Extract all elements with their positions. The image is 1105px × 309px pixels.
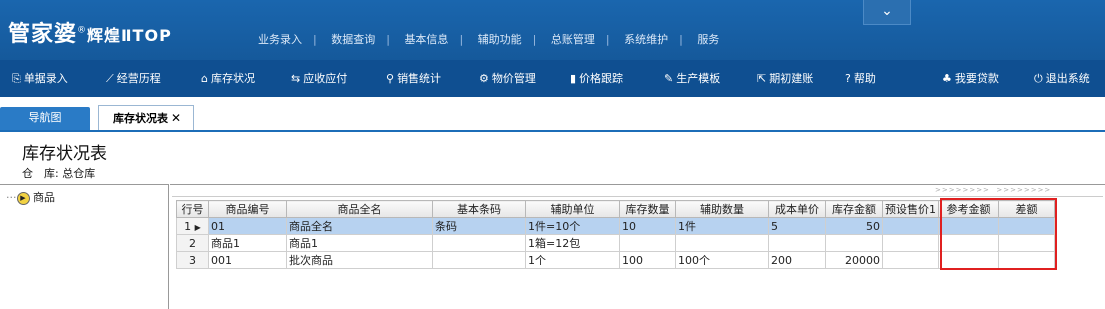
row-pointer-icon: ▶ bbox=[194, 222, 201, 232]
toolbar-loan[interactable]: ♣ 我要贷款 bbox=[942, 70, 999, 86]
col-stock-qty[interactable]: 库存数量 bbox=[619, 200, 676, 218]
col-preset-price[interactable]: 预设售价1 bbox=[882, 200, 939, 218]
toolbar-receivable-payable[interactable]: ⇆ 应收应付 bbox=[291, 70, 347, 86]
tab-label: 库存状况表 bbox=[113, 112, 168, 125]
col-unit-cost[interactable]: 成本单价 bbox=[768, 200, 826, 218]
line-chart-icon: ⟋ bbox=[106, 72, 114, 85]
menu-item-basic-info[interactable]: 基本信息 bbox=[404, 33, 448, 46]
document-icon: ⎘ bbox=[12, 72, 21, 85]
table-row[interactable]: 3 001 批次商品 1个 100 100个 200 20000 bbox=[176, 251, 1055, 269]
toolbar-sales-stats[interactable]: ⚲ 销售统计 bbox=[386, 70, 441, 86]
question-icon: ? bbox=[845, 72, 851, 85]
toolbar-voucher-entry[interactable]: ⎘ 单据录入 bbox=[12, 70, 68, 86]
menu-item-query[interactable]: 数据查询 bbox=[331, 33, 375, 46]
scroll-grip[interactable]: >>>>>>>> >>>>>>>> bbox=[935, 186, 1051, 194]
product-tree: ··· ▶ 商品 bbox=[0, 184, 169, 309]
tab-navigation-map[interactable]: 导航图 bbox=[0, 107, 90, 130]
col-aux-qty[interactable]: 辅助数量 bbox=[675, 200, 769, 218]
table-row[interactable]: 1 ▶ 01 商品全名 条码 1件=10个 10 1件 5 50 bbox=[176, 217, 1055, 235]
play-circle-icon: ▶ bbox=[16, 191, 30, 205]
main-toolbar: ⎘ 单据录入 ⟋ 经营历程 ⌂ 库存状况 ⇆ 应收应付 ⚲ 销售统计 ⚙ 物价管理 ▮ 价格跟… bbox=[0, 60, 1105, 97]
exchange-icon: ⇆ bbox=[291, 72, 301, 85]
close-icon[interactable]: ✕ bbox=[171, 111, 181, 125]
tab-inventory-report[interactable]: 库存状况表 ✕ bbox=[98, 105, 194, 131]
tab-bar: 导航图 库存状况表 ✕ bbox=[0, 97, 1105, 132]
col-item-name[interactable]: 商品全名 bbox=[286, 200, 433, 218]
app-logo: 管家婆®辉煌ⅡTOP bbox=[8, 22, 172, 47]
header-bar: 管家婆®辉煌ⅡTOP 业务录入 | 数据查询 | 基本信息 | 辅助功能 | 总账管理 |… bbox=[0, 0, 1105, 60]
table-row[interactable]: 2 商品1 商品1 1箱=12包 bbox=[176, 234, 1055, 252]
store-label: 仓 库: bbox=[22, 167, 59, 180]
page-title: 库存状况表 bbox=[22, 144, 107, 164]
bar-chart-icon: ▮ bbox=[570, 72, 577, 85]
inventory-table: 行号 商品编号 商品全名 基本条码 辅助单位 库存数量 辅助数量 成本单价 库存… bbox=[176, 200, 1055, 269]
toolbar-production-template[interactable]: ✎ 生产模板 bbox=[664, 70, 720, 86]
store-info: 仓 库: 总仓库 bbox=[22, 165, 95, 181]
tree-node-products[interactable]: ··· ▶ 商品 bbox=[6, 189, 55, 205]
tab-underline bbox=[0, 130, 1105, 132]
menu-item-entry[interactable]: 业务录入 bbox=[258, 33, 302, 46]
store-value: 总仓库 bbox=[62, 167, 96, 180]
toolbar-price-management[interactable]: ⚙ 物价管理 bbox=[479, 70, 536, 86]
menu-item-auxiliary[interactable]: 辅助功能 bbox=[478, 33, 522, 46]
chevron-down-icon: ⌄ bbox=[881, 3, 893, 19]
home-icon: ⌂ bbox=[201, 72, 208, 85]
toolbar-exit[interactable]: ⏻ 退出系统 bbox=[1034, 70, 1090, 86]
menu-item-maintenance[interactable]: 系统维护 bbox=[624, 33, 668, 46]
top-menu: 业务录入 | 数据查询 | 基本信息 | 辅助功能 | 总账管理 | 系统维护 | 服务 bbox=[258, 33, 720, 46]
col-barcode[interactable]: 基本条码 bbox=[432, 200, 526, 218]
table-header: 行号 商品编号 商品全名 基本条码 辅助单位 库存数量 辅助数量 成本单价 库存… bbox=[176, 200, 1055, 218]
power-icon: ⏻ bbox=[1034, 72, 1043, 85]
wrench-icon: ✎ bbox=[664, 72, 674, 85]
collapse-button[interactable]: ⌄ bbox=[863, 0, 911, 25]
menu-item-ledger[interactable]: 总账管理 bbox=[551, 33, 595, 46]
col-aux-unit[interactable]: 辅助单位 bbox=[525, 200, 620, 218]
money-bag-icon: ♣ bbox=[942, 72, 952, 85]
gear-icon: ⚙ bbox=[479, 72, 489, 85]
search-icon: ⚲ bbox=[386, 72, 395, 85]
toolbar-inventory-status[interactable]: ⌂ 库存状况 bbox=[201, 70, 255, 86]
col-row-no[interactable]: 行号 bbox=[176, 200, 209, 218]
col-difference[interactable]: 差额 bbox=[998, 200, 1055, 218]
col-stock-amount[interactable]: 库存金额 bbox=[825, 200, 883, 218]
menu-item-service[interactable]: 服务 bbox=[697, 33, 719, 46]
toolbar-price-tracking[interactable]: ▮ 价格跟踪 bbox=[570, 70, 623, 86]
col-reference-amount[interactable]: 参考金额 bbox=[938, 200, 999, 218]
col-item-code[interactable]: 商品编号 bbox=[208, 200, 287, 218]
toolbar-business-history[interactable]: ⟋ 经营历程 bbox=[106, 70, 161, 86]
toolbar-help[interactable]: ? 帮助 bbox=[845, 70, 876, 86]
external-link-icon: ⇱ bbox=[757, 72, 767, 85]
toolbar-opening-setup[interactable]: ⇱ 期初建账 bbox=[757, 70, 813, 86]
